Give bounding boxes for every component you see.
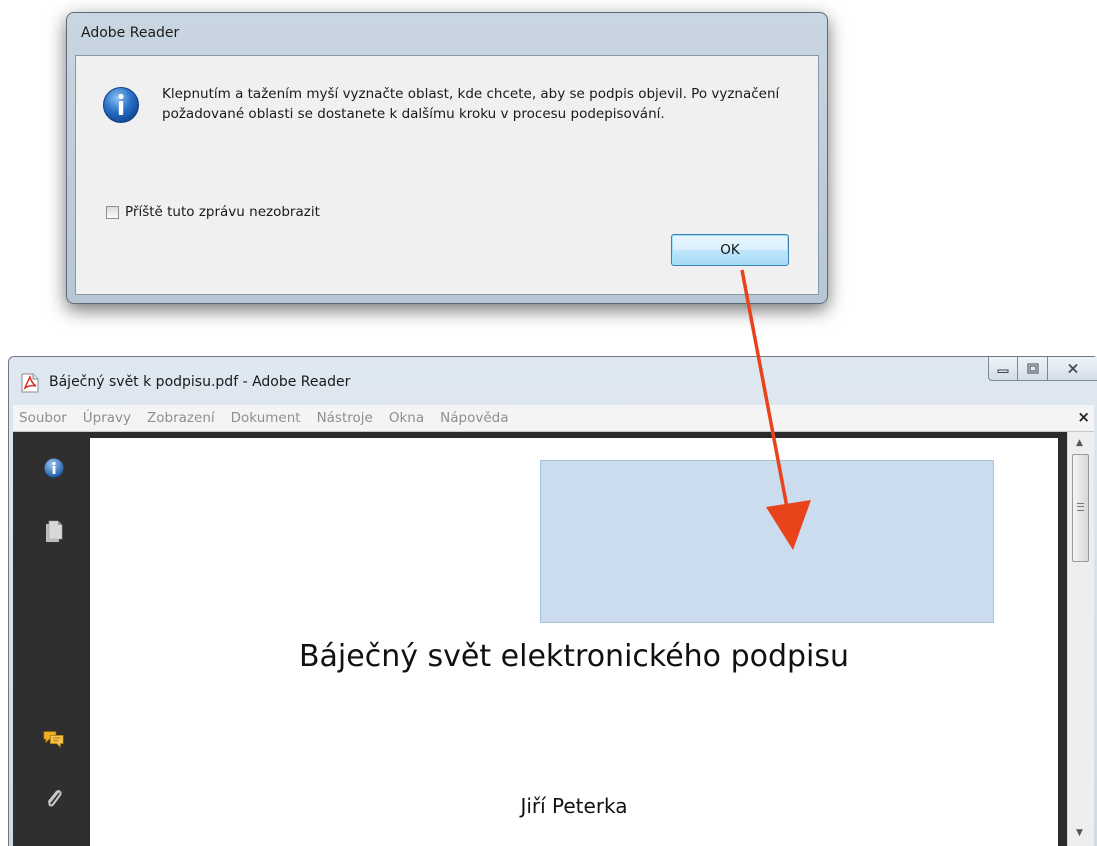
close-icon [1067,363,1078,374]
window-controls [988,357,1097,381]
document-info-icon[interactable] [43,456,65,480]
minimize-button[interactable] [988,357,1018,381]
title-bar: Báječný svět k podpisu.pdf - Adobe Reade… [9,357,1097,405]
dont-show-again-label[interactable]: Příště tuto zprávu nezobrazit [125,204,320,220]
navigation-sidebar [13,432,89,846]
close-button[interactable] [1048,357,1097,381]
document-area: Báječný svět elektronického podpisu Jiří… [13,432,1094,846]
scroll-grip-icon [1077,503,1084,511]
menu-item-napoveda[interactable]: Nápověda [432,410,516,426]
dont-show-again-row[interactable]: Příště tuto zprávu nezobrazit [106,204,320,220]
pdf-page[interactable]: Báječný svět elektronického podpisu Jiří… [90,438,1058,846]
ok-button[interactable]: OK [671,234,789,266]
menu-item-okna[interactable]: Okna [381,410,432,426]
menu-item-upravy[interactable]: Úpravy [75,410,139,426]
scroll-down-icon[interactable]: ▼ [1076,828,1083,838]
pdf-icon [21,373,39,393]
menu-item-nastroje[interactable]: Nástroje [309,410,381,426]
signature-area-selection[interactable] [540,460,994,623]
reader-window: Báječný svět k podpisu.pdf - Adobe Reade… [8,356,1097,846]
document-title: Báječný svět elektronického podpisu [298,639,850,674]
dialog-message: Klepnutím a tažením myší vyznačte oblast… [162,86,780,122]
scroll-up-icon[interactable]: ▲ [1076,438,1083,448]
attachments-icon[interactable] [43,787,65,811]
maximize-icon [1027,363,1038,374]
minimize-icon [997,369,1009,373]
menu-bar: Soubor Úpravy Zobrazení Dokument Nástroj… [13,405,1094,432]
vertical-scrollbar[interactable]: ▲ ▼ [1067,432,1094,846]
comments-icon[interactable] [43,727,65,751]
pages-icon[interactable] [43,520,65,544]
dialog-body: Klepnutím a tažením myší vyznačte oblast… [75,55,819,295]
message-dialog: Adobe Reader Klepnutím a tažením myší vy… [66,12,828,304]
dont-show-again-checkbox[interactable] [106,205,119,219]
info-icon [103,87,139,123]
menu-item-zobrazeni[interactable]: Zobrazení [139,410,223,426]
window-title: Báječný svět k podpisu.pdf - Adobe Reade… [49,374,351,390]
scroll-thumb[interactable] [1072,454,1089,562]
maximize-button[interactable] [1018,357,1048,381]
menu-item-soubor[interactable]: Soubor [13,410,75,426]
menu-item-dokument[interactable]: Dokument [223,410,309,426]
close-document-icon[interactable]: × [1077,408,1090,426]
document-author: Jiří Peterka [520,794,628,818]
dialog-title: Adobe Reader [81,25,180,41]
